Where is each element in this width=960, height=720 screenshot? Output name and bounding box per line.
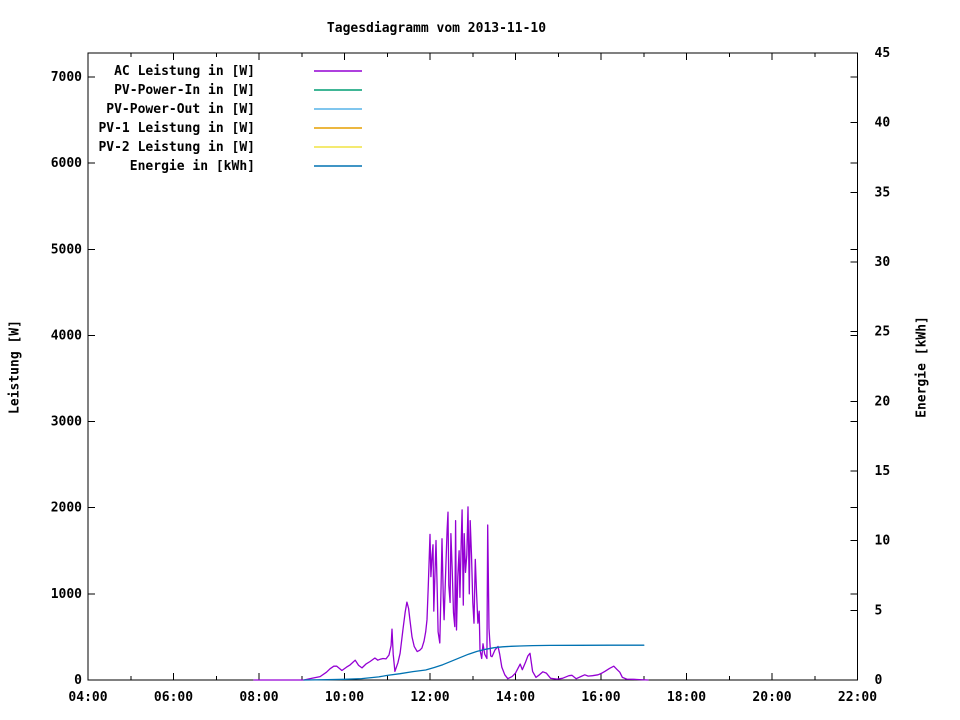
y-left-tick-label: 7000 xyxy=(51,70,82,85)
x-tick-label: 08:00 xyxy=(239,690,278,705)
x-tick-label: 18:00 xyxy=(667,690,706,705)
legend-label: AC Leistung in [W] xyxy=(114,64,255,79)
y-right-tick-label: 45 xyxy=(875,46,891,61)
y-right-tick-label: 20 xyxy=(875,394,891,409)
chart-canvas: 04:00 06:00 08:00 10:00 12:00 14:00 16:00 18:00… xyxy=(51,46,891,705)
legend-label: Energie in [kWh] xyxy=(130,159,255,174)
legend-label: PV-2 Leistung in [W] xyxy=(98,140,255,155)
y-right-tick-label: 40 xyxy=(875,116,891,131)
y-left-tick-label: 6000 xyxy=(51,156,82,171)
legend-label: PV-Power-In in [W] xyxy=(114,83,255,98)
y-left-tick-label: 2000 xyxy=(51,501,82,516)
y-left-tick-label: 0 xyxy=(74,673,82,688)
y-right-tick-label: 35 xyxy=(875,185,891,200)
y-left-tick-label: 1000 xyxy=(51,587,82,602)
x-tick-label: 12:00 xyxy=(410,690,449,705)
y-right-tick-label: 30 xyxy=(875,255,891,270)
x-tick-label: 10:00 xyxy=(325,690,364,705)
legend-label: PV-Power-Out in [W] xyxy=(106,102,255,117)
y-right-tick-label: 25 xyxy=(875,325,891,340)
x-tick-label: 06:00 xyxy=(154,690,193,705)
x-tick-label: 16:00 xyxy=(581,690,620,705)
legend-label: PV-1 Leistung in [W] xyxy=(98,121,255,136)
y-right-tick-label: 10 xyxy=(875,534,891,549)
y-right-tick-label: 15 xyxy=(875,464,891,479)
y-right-tick-label: 0 xyxy=(875,673,883,688)
y-left-tick-label: 5000 xyxy=(51,242,82,257)
x-tick-label: 22:00 xyxy=(838,690,877,705)
x-tick-label: 20:00 xyxy=(752,690,791,705)
series-line-ac-leistung-in-w xyxy=(253,506,649,681)
y-left-tick-label: 4000 xyxy=(51,328,82,343)
y-left-tick-label: 3000 xyxy=(51,415,82,430)
tagesdiagramm-chart: Tagesdiagramm vom 2013-11-10 Leistung [W… xyxy=(0,0,960,720)
y-right-tick-label: 5 xyxy=(875,603,883,618)
series-line-energie-in-kwh xyxy=(303,644,645,681)
x-tick-label: 14:00 xyxy=(496,690,535,705)
x-tick-label: 04:00 xyxy=(68,690,107,705)
